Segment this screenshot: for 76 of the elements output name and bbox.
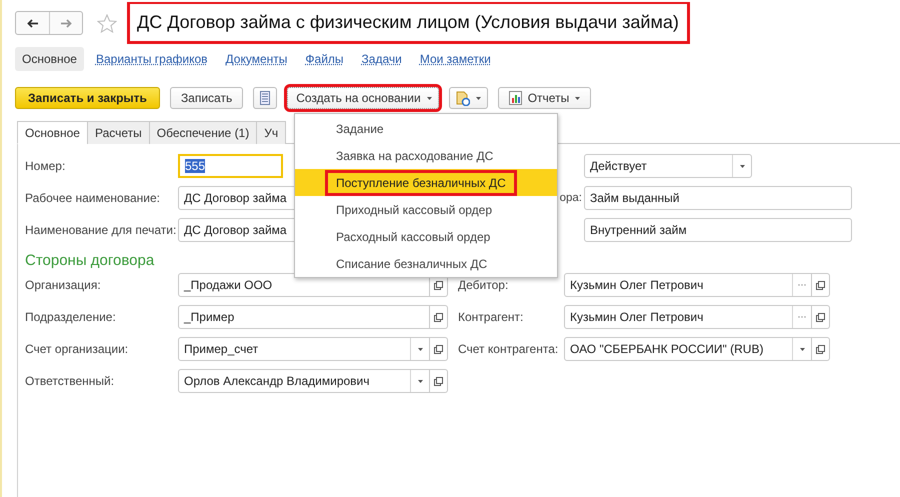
menu-item[interactable]: Расходный кассовый ордер: [295, 223, 557, 250]
field-label: Счет контрагента:: [458, 342, 560, 356]
menu-item[interactable]: Заявка на расходование ДС: [295, 142, 557, 169]
open-icon: [434, 376, 443, 386]
menu-item-label: Списание безналичных ДС: [335, 256, 488, 272]
field-label: Наименование для печати:: [25, 223, 178, 237]
document-menu-button[interactable]: [448, 87, 488, 109]
caret-icon: [418, 348, 422, 350]
menu-item-label: Задание: [335, 120, 385, 138]
open-icon: [816, 280, 825, 290]
section-link[interactable]: Файлы: [299, 47, 350, 71]
open-icon: [434, 312, 443, 322]
field-label: Ответственный:: [25, 374, 116, 388]
save-close-button[interactable]: Записать и закрыть: [15, 87, 160, 109]
menu-item-label: Приходный кассовый ордер: [335, 202, 494, 218]
back-arrow-icon: [26, 18, 38, 28]
open-button[interactable]: [430, 337, 448, 361]
input-field[interactable]: Кузьмин Олег Петрович: [564, 305, 812, 329]
field-label: Номер:: [25, 159, 66, 173]
reports-button[interactable]: Отчеты: [498, 87, 592, 109]
create-based-on-button[interactable]: Создать на основании: [287, 87, 439, 109]
list-button[interactable]: [253, 87, 278, 109]
tab[interactable]: Расчеты: [86, 121, 150, 144]
open-icon: [434, 344, 443, 354]
caret-icon: [740, 164, 744, 168]
input-field[interactable]: Кузьмин Олег Петрович: [564, 273, 812, 297]
caret-icon: [476, 96, 481, 100]
caret-icon: [418, 380, 422, 382]
field-label: Контрагент:: [458, 310, 524, 324]
window-title: ДС Договор займа с физическим лицом (Условия выдачи займа): [127, 2, 690, 44]
tab[interactable]: Обеспечение (1): [148, 121, 258, 144]
field-label: ора:: [560, 192, 583, 204]
save-button[interactable]: Записать: [170, 87, 244, 109]
forward-arrow-icon: [60, 18, 72, 28]
open-button[interactable]: [812, 273, 830, 297]
input-field[interactable]: Внутренний займ: [584, 218, 852, 242]
menu-item-label: Поступление безналичных ДС: [328, 172, 514, 192]
caret-icon: [426, 96, 432, 100]
field-label: Организация:: [25, 278, 102, 292]
field-label: Счет организации:: [25, 342, 130, 356]
section-link[interactable]: Основное: [15, 47, 84, 71]
star-icon[interactable]: [97, 14, 117, 32]
input-field[interactable]: _Пример: [178, 305, 430, 329]
tab[interactable]: Уч: [256, 121, 286, 144]
open-icon: [816, 344, 825, 354]
document-icon: [456, 90, 470, 106]
section-link[interactable]: Варианты графиков: [90, 47, 214, 71]
tab[interactable]: Основное: [17, 121, 88, 144]
input-field[interactable]: Пример_счет: [178, 337, 430, 361]
input-field[interactable]: Орлов Александр Владимирович: [178, 369, 430, 393]
input-field[interactable]: ОАО "СБЕРБАНК РОССИИ" (RUB): [564, 337, 812, 361]
section-link[interactable]: Документы: [220, 47, 294, 71]
menu-item[interactable]: Задание: [295, 115, 557, 142]
input-field[interactable]: Займ выданный: [584, 186, 852, 210]
section-heading: Стороны договора: [25, 252, 154, 269]
open-icon: [434, 280, 443, 290]
open-button[interactable]: [430, 305, 448, 329]
open-button[interactable]: [812, 305, 830, 329]
input-field[interactable]: 555: [178, 154, 283, 178]
open-button[interactable]: [812, 337, 830, 361]
menu-item[interactable]: Приходный кассовый ордер: [295, 196, 557, 223]
list-icon: [260, 91, 270, 105]
report-icon: [508, 91, 522, 105]
open-icon: [816, 312, 825, 322]
field-label: Рабочее наименование:: [25, 191, 161, 205]
field-label: Подразделение:: [25, 310, 117, 324]
caret-icon: [800, 348, 804, 350]
section-link[interactable]: Мои заметки: [414, 47, 497, 71]
menu-item[interactable]: Поступление безналичных ДС: [295, 169, 557, 196]
menu-item-label: Расходный кассовый ордер: [335, 228, 492, 246]
open-button[interactable]: [430, 369, 448, 393]
field-label: Дебитор:: [458, 278, 510, 292]
status-select[interactable]: Действует: [584, 154, 752, 178]
caret-icon: [575, 96, 580, 100]
menu-item-label: Заявка на расходование ДС: [335, 148, 494, 164]
section-link[interactable]: Задачи: [356, 47, 408, 71]
